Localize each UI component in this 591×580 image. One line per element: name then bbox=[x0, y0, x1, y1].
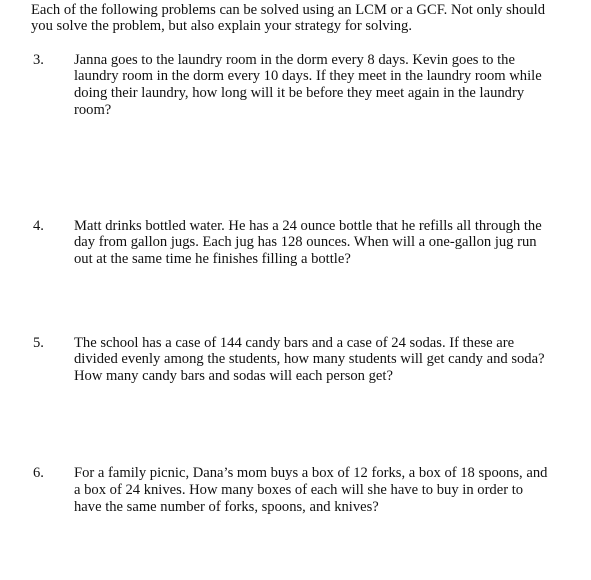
problem-text-line: doing their laundry, how long will it be… bbox=[74, 85, 525, 101]
instructions-line: Each of the following problems can be so… bbox=[31, 2, 546, 18]
problem-text-line: out at the same time he finishes filling… bbox=[74, 251, 351, 267]
problem-text-line: room? bbox=[74, 102, 112, 118]
problem-text-line: For a family picnic, Dana’s mom buys a b… bbox=[74, 465, 548, 481]
problem-text-line: a box of 24 knives. How many boxes of ea… bbox=[74, 482, 524, 498]
problem-text-line: have the same number of forks, spoons, a… bbox=[74, 499, 379, 515]
problem-number: 6. bbox=[33, 465, 44, 481]
problem-text-line: Janna goes to the laundry room in the do… bbox=[74, 52, 515, 68]
problem-text-line: day from gallon jugs. Each jug has 128 o… bbox=[74, 234, 537, 250]
problem-number: 4. bbox=[33, 218, 44, 234]
problem-text-line: divided evenly among the students, how m… bbox=[74, 351, 545, 367]
problem-number: 5. bbox=[33, 335, 44, 351]
instructions-line: you solve the problem, but also explain … bbox=[31, 18, 412, 34]
problem-text-line: The school has a case of 144 candy bars … bbox=[74, 335, 515, 351]
problem-text-line: Matt drinks bottled water. He has a 24 o… bbox=[74, 218, 542, 234]
problem-number: 3. bbox=[33, 52, 44, 68]
problem-text-line: How many candy bars and sodas will each … bbox=[74, 368, 393, 384]
problem-text-line: laundry room in the dorm every 10 days. … bbox=[74, 68, 542, 84]
